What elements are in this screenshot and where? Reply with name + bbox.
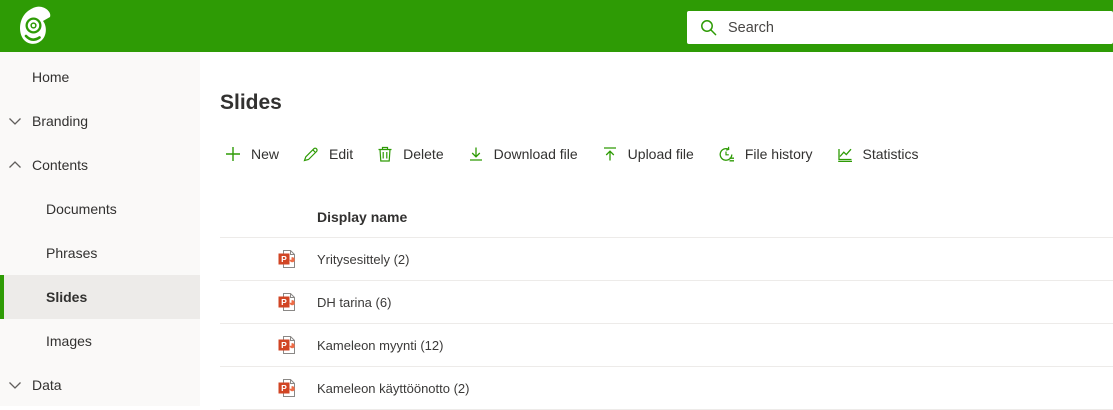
- statistics-button[interactable]: Statistics: [834, 142, 922, 166]
- file-display-name: DH tarina (6): [317, 294, 392, 310]
- edit-button[interactable]: Edit: [300, 142, 356, 166]
- sidebar-item-data[interactable]: Data: [0, 363, 200, 407]
- svg-text:P: P: [281, 297, 287, 307]
- new-button[interactable]: New: [222, 142, 282, 166]
- sidebar-item-label: Data: [32, 377, 62, 393]
- sidebar-item-slides[interactable]: Slides: [0, 275, 200, 319]
- powerpoint-file-icon: P: [278, 335, 298, 355]
- sidebar-item-phrases[interactable]: Phrases: [0, 231, 200, 275]
- upload-file-button-label: Upload file: [627, 146, 694, 162]
- chevron-down-icon: [8, 381, 22, 389]
- new-button-label: New: [251, 146, 280, 162]
- chameleon-logo-icon[interactable]: [16, 4, 60, 48]
- download-file-button[interactable]: Download file: [465, 142, 581, 166]
- plus-icon: [225, 146, 241, 162]
- file-display-name: Kameleon myynti (12): [317, 337, 444, 353]
- search-icon: [700, 19, 717, 36]
- app-header: [0, 0, 1113, 52]
- sidebar-item-contents[interactable]: Contents: [0, 143, 200, 187]
- search-box[interactable]: [687, 11, 1113, 44]
- upload-file-button[interactable]: Upload file: [599, 142, 697, 166]
- powerpoint-file-icon: P: [278, 292, 298, 312]
- sidebar-item-label: Branding: [32, 113, 89, 129]
- chevron-up-icon: [8, 161, 22, 169]
- statistics-button-label: Statistics: [862, 146, 919, 162]
- trash-icon: [377, 146, 393, 162]
- sidebar-item-documents[interactable]: Documents: [0, 187, 200, 231]
- file-display-name: Kameleon käyttöönotto (2): [317, 380, 470, 396]
- sidebar-item-branding[interactable]: Branding: [0, 99, 200, 143]
- delete-button[interactable]: Delete: [374, 142, 446, 166]
- file-history-button[interactable]: File history: [715, 142, 816, 167]
- statistics-icon: [837, 146, 853, 162]
- table-row[interactable]: P Kameleon myynti (12): [220, 324, 1113, 367]
- chevron-down-icon: [8, 117, 22, 125]
- sidebar-item-label: Images: [46, 333, 92, 349]
- svg-text:P: P: [281, 254, 287, 264]
- sidebar-nav: Home Branding Contents Documents Phrases…: [0, 52, 200, 406]
- file-display-name: Yritysesittely (2): [317, 251, 410, 267]
- edit-button-label: Edit: [329, 146, 354, 162]
- sidebar-item-label: Contents: [32, 157, 89, 173]
- download-icon: [468, 146, 484, 162]
- table-row[interactable]: P Kameleon käyttöönotto (2): [220, 367, 1113, 410]
- table-row[interactable]: P DH tarina (6): [220, 281, 1113, 324]
- sidebar-item-label: Slides: [46, 289, 88, 305]
- page-title: Slides: [220, 91, 282, 114]
- powerpoint-file-icon: P: [278, 249, 298, 269]
- sidebar-item-home[interactable]: Home: [0, 55, 200, 99]
- table-row[interactable]: P Yritysesittely (2): [220, 238, 1113, 281]
- sidebar-item-images[interactable]: Images: [0, 319, 200, 363]
- powerpoint-file-icon: P: [278, 378, 298, 398]
- search-input[interactable]: [726, 18, 1113, 37]
- main-content: Slides New Edit Delete Download file Upl…: [200, 52, 1113, 410]
- pencil-icon: [303, 146, 319, 162]
- delete-button-label: Delete: [403, 146, 444, 162]
- svg-text:P: P: [281, 383, 287, 393]
- slides-table: Display name P Yritysesittely (2) P DH t…: [220, 196, 1113, 410]
- column-header-display-name[interactable]: Display name: [317, 209, 407, 225]
- sidebar-item-label: Home: [32, 69, 70, 85]
- table-header-row: Display name: [220, 196, 1113, 238]
- sidebar-item-label: Documents: [46, 201, 117, 217]
- sidebar-item-label: Phrases: [46, 245, 98, 261]
- svg-text:P: P: [281, 340, 287, 350]
- download-file-button-label: Download file: [493, 146, 578, 162]
- command-toolbar: New Edit Delete Download file Upload fil: [222, 138, 1113, 170]
- file-history-icon: [718, 146, 735, 163]
- file-history-button-label: File history: [744, 146, 813, 162]
- upload-icon: [602, 146, 618, 162]
